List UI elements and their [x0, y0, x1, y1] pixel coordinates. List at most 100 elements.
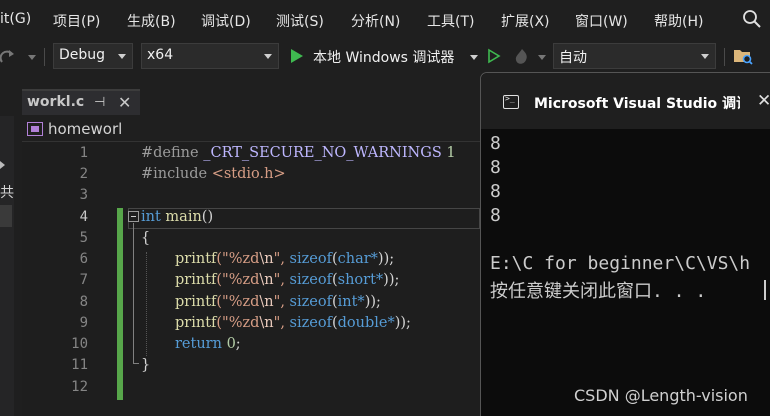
line-number: 1	[79, 145, 88, 161]
play-icon[interactable]	[290, 48, 304, 64]
left-tool-strip	[0, 88, 14, 416]
line-number: 10	[71, 336, 88, 352]
hot-reload-icon[interactable]	[512, 47, 532, 67]
document-tab[interactable]: workl.c ⊣ ✕	[22, 89, 140, 115]
menu-analyze[interactable]: 分析(N)	[351, 11, 400, 31]
redo-icon[interactable]	[0, 48, 16, 66]
keyword: sizeof	[289, 272, 332, 288]
punctuation: ));	[383, 272, 400, 288]
run-dropdown-icon[interactable]	[470, 55, 478, 60]
type-name: short*	[337, 272, 384, 288]
menu-window[interactable]: 窗口(W)	[575, 11, 628, 31]
punctuation: ));	[377, 251, 395, 267]
console-output-line: 8	[490, 157, 501, 178]
function-call: printf	[175, 251, 217, 267]
menu-project[interactable]: 项目(P)	[53, 11, 100, 31]
console-output-line: 8	[490, 133, 501, 154]
hot-reload-dropdown-icon[interactable]	[538, 55, 546, 60]
preprocessor-directive: #include	[141, 166, 208, 182]
mode-value: 自动	[559, 50, 587, 66]
change-tracking-bar	[117, 208, 123, 400]
string-open: ("%zd	[216, 294, 260, 310]
string-open: ("%zd	[216, 251, 260, 267]
type-name: char*	[337, 251, 378, 267]
keyword: sizeof	[289, 251, 332, 267]
keyword: sizeof	[289, 315, 332, 331]
menu-extensions[interactable]: 扩展(X)	[501, 11, 550, 31]
type-name: int*	[337, 294, 365, 310]
function-name: main	[165, 209, 202, 225]
menu-build[interactable]: 生成(B)	[127, 11, 176, 31]
close-icon[interactable]: ✕	[757, 91, 770, 111]
side-panel-text: 共	[0, 185, 14, 201]
code-line-8: printf("%zd\n", sizeof(int*));	[175, 294, 381, 310]
collapse-icon[interactable]	[128, 211, 139, 222]
code-line-2: #include <stdio.h>	[141, 166, 286, 182]
function-call: printf	[175, 315, 217, 331]
console-path-line: E:\C for beginner\C\VS\h	[490, 253, 751, 274]
watermark: CSDN @Length-vision	[574, 386, 748, 405]
type-name: double*	[337, 315, 395, 331]
punctuation: ));	[364, 294, 381, 310]
line-number: 6	[79, 251, 88, 267]
code-editor[interactable]: 1 2 3 4 5 6 7 8 9 10 11 12 #define _CRT_…	[22, 142, 480, 416]
escape-sequence: \n	[259, 294, 274, 310]
start-without-debugging-icon[interactable]	[487, 48, 501, 64]
string-close: ",	[273, 251, 290, 267]
console-output-line: 8	[490, 181, 501, 202]
function-call: printf	[175, 294, 217, 310]
side-panel-tab[interactable]	[0, 205, 12, 227]
line-number: 5	[79, 230, 88, 246]
folder-search-icon[interactable]	[733, 46, 753, 66]
menu-edit[interactable]: it(G)	[0, 11, 31, 27]
console-prompt-line: 按任意键关闭此窗口. . .	[490, 281, 707, 302]
search-icon[interactable]	[742, 9, 762, 29]
chevron-down-icon	[118, 54, 126, 59]
string-close: ",	[273, 294, 290, 310]
side-panel-arrow-icon[interactable]	[0, 161, 5, 169]
close-icon[interactable]: ✕	[118, 93, 131, 112]
punctuation: ()	[201, 209, 214, 225]
navigation-bar[interactable]: homeworl	[22, 118, 480, 142]
escape-sequence: \n	[259, 272, 274, 288]
menu-help[interactable]: 帮助(H)	[654, 11, 703, 31]
code-line-5: {	[141, 230, 150, 246]
code-line-4: int main()	[141, 209, 213, 225]
return-value: 0	[226, 336, 236, 352]
start-debugger-button[interactable]: 本地 Windows 调试器	[313, 47, 454, 67]
configuration-value: Debug	[59, 47, 106, 63]
line-number: 11	[71, 357, 88, 373]
string-open: ("%zd	[216, 272, 260, 288]
function-call: printf	[175, 272, 217, 288]
code-line-1: #define _CRT_SECURE_NO_WARNINGS 1	[141, 145, 456, 161]
configuration-dropdown[interactable]: Debug	[53, 43, 133, 69]
platform-dropdown[interactable]: x64	[141, 43, 279, 69]
console-title-bar[interactable]: Microsoft Visual Studio 调试控制台 ✕	[481, 73, 770, 129]
text-cursor	[764, 280, 766, 300]
code-line-10: return 0;	[175, 336, 241, 352]
string-open: ("%zd	[216, 315, 260, 331]
mode-dropdown[interactable]: 自动	[553, 43, 716, 69]
menu-debug[interactable]: 调试(D)	[201, 11, 251, 31]
line-number: 4	[79, 209, 88, 225]
menu-test[interactable]: 测试(S)	[276, 11, 324, 31]
redo-dropdown-icon[interactable]	[28, 55, 36, 60]
chevron-down-icon	[264, 54, 272, 59]
pin-icon[interactable]: ⊣	[94, 95, 105, 110]
console-icon	[503, 94, 519, 109]
open-brace: {	[141, 230, 151, 246]
macro-value: 1	[446, 145, 456, 161]
punctuation: ;	[235, 336, 241, 352]
console-output-line: 8	[490, 205, 501, 226]
code-line-6: printf("%zd\n", sizeof(char*));	[175, 251, 395, 267]
project-icon	[27, 122, 43, 136]
close-brace: }	[141, 357, 151, 373]
debug-console-window[interactable]: Microsoft Visual Studio 调试控制台 ✕ 8 8 8 8 …	[480, 72, 770, 416]
toolbar: Debug x64 本地 Windows 调试器 自动	[0, 40, 770, 74]
preprocessor-directive: #define	[141, 145, 199, 161]
line-number: 3	[79, 187, 88, 203]
console-title: Microsoft Visual Studio 调试控制台	[534, 96, 740, 112]
menu-tools[interactable]: 工具(T)	[427, 11, 474, 31]
line-number: 9	[79, 315, 88, 331]
include-header: <stdio.h>	[211, 166, 286, 182]
